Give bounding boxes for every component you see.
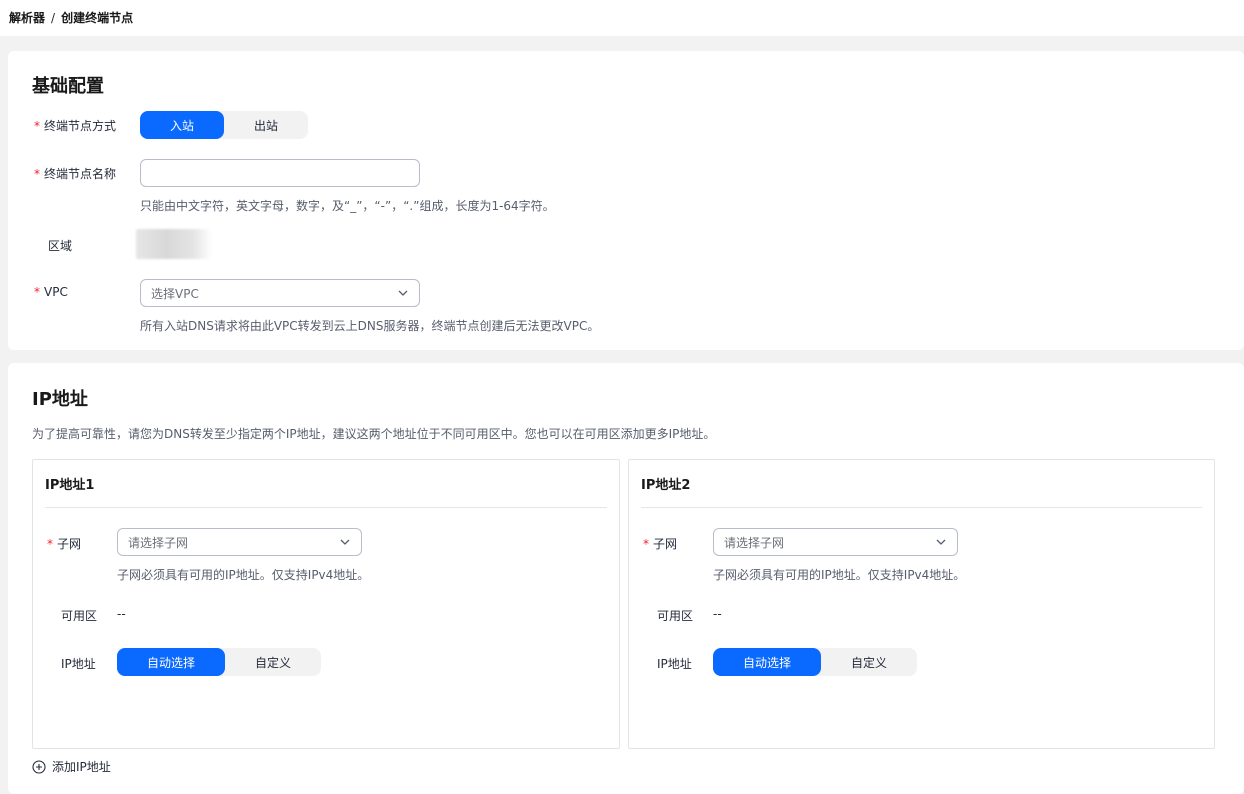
ip-mode-toggle: 自动选择 自定义	[713, 648, 917, 676]
required-mark: *	[34, 285, 40, 299]
vpc-label: * VPC	[34, 285, 68, 299]
required-mark: *	[47, 536, 53, 551]
ip-auto-select-button[interactable]: 自动选择	[117, 648, 225, 676]
ip-custom-button[interactable]: 自定义	[821, 648, 917, 676]
basic-config-card: 基础配置 * 终端节点方式 入站 出站 * 终端节点名称 只能由中文字符，英文字母，…	[8, 51, 1244, 350]
vpc-hint: 所有入站DNS请求将由此VPC转发到云上DNS服务器，终端节点创建后无法更改VP…	[140, 319, 600, 333]
ip-custom-button[interactable]: 自定义	[225, 648, 321, 676]
breadcrumb-current: 创建终端节点	[61, 11, 134, 25]
endpoint-mode-toggle: 入站 出站	[140, 111, 308, 139]
ip-mode-label: IP地址	[61, 657, 96, 671]
endpoint-name-label: * 终端节点名称	[34, 166, 117, 182]
chevron-down-icon	[339, 536, 351, 548]
az-value: --	[117, 607, 126, 621]
add-ip-address-button[interactable]: 添加IP地址	[32, 758, 111, 775]
ip-panel-title: IP地址2	[641, 478, 691, 493]
chevron-down-icon	[397, 287, 409, 299]
breadcrumb: 解析器 / 创建终端节点	[0, 0, 1244, 36]
subnet-hint: 子网必须具有可用的IP地址。仅支持IPv4地址。	[713, 568, 966, 582]
endpoint-mode-label: * 终端节点方式	[34, 118, 117, 134]
subnet-label: * 子网	[643, 536, 678, 552]
basic-config-title: 基础配置	[32, 76, 104, 97]
ip-address-title: IP地址	[32, 389, 88, 410]
chevron-down-icon	[935, 536, 947, 548]
ip-address-card: IP地址 为了提高可靠性，请您为DNS转发至少指定两个IP地址，建议这两个地址位…	[8, 363, 1244, 794]
ip-address-description: 为了提高可靠性，请您为DNS转发至少指定两个IP地址，建议这两个地址位于不同可用…	[32, 427, 716, 441]
add-ip-address-label: 添加IP地址	[52, 760, 111, 774]
subnet-select[interactable]: 请选择子网	[713, 528, 958, 556]
mode-inbound-button[interactable]: 入站	[140, 111, 224, 139]
ip-address-panel-2: IP地址2 * 子网 请选择子网 子网必须具有可用的IP地址。仅支持IPv4地址。…	[628, 459, 1215, 749]
endpoint-name-input[interactable]	[140, 159, 420, 187]
az-label: 可用区	[61, 609, 98, 623]
ip-mode-label: IP地址	[657, 657, 692, 671]
plus-circle-icon	[32, 759, 46, 774]
ip-address-panel-1: IP地址1 * 子网 请选择子网 子网必须具有可用的IP地址。仅支持IPv4地址。…	[32, 459, 620, 749]
subnet-select-placeholder: 请选择子网	[724, 535, 785, 550]
ip-mode-toggle: 自动选择 自定义	[117, 648, 321, 676]
required-mark: *	[643, 536, 649, 551]
region-label: 区域	[48, 239, 73, 253]
breadcrumb-separator: /	[51, 11, 56, 25]
ip-auto-select-button[interactable]: 自动选择	[713, 648, 821, 676]
ip-panel-title: IP地址1	[45, 478, 95, 493]
breadcrumb-link-resolver[interactable]: 解析器	[9, 11, 45, 25]
required-mark: *	[34, 166, 40, 181]
divider	[45, 507, 607, 508]
region-value-redacted	[136, 229, 212, 259]
divider	[641, 507, 1202, 508]
vpc-select[interactable]: 选择VPC	[140, 279, 420, 307]
endpoint-name-hint: 只能由中文字符，英文字母，数字，及“_”，“-”，“.”组成，长度为1-64字符…	[140, 199, 555, 213]
vpc-select-placeholder: 选择VPC	[151, 286, 199, 301]
az-label: 可用区	[657, 609, 694, 623]
required-mark: *	[34, 118, 40, 133]
subnet-hint: 子网必须具有可用的IP地址。仅支持IPv4地址。	[117, 568, 370, 582]
az-value: --	[713, 607, 722, 621]
subnet-label: * 子网	[47, 536, 82, 552]
subnet-select[interactable]: 请选择子网	[117, 528, 362, 556]
mode-outbound-button[interactable]: 出站	[224, 111, 308, 139]
subnet-select-placeholder: 请选择子网	[128, 535, 189, 550]
